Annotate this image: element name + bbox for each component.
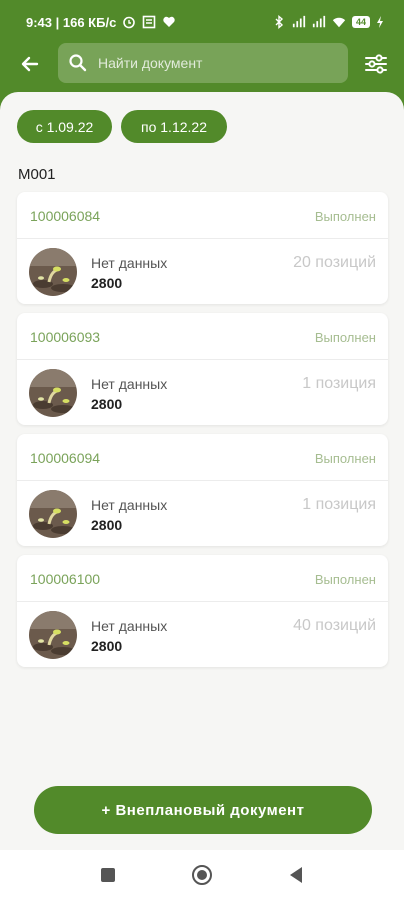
document-description: Нет данных [91,618,168,634]
square-icon [101,868,115,882]
back-button[interactable] [16,50,44,78]
system-back-button[interactable] [284,863,308,887]
document-value: 2800 [91,396,123,412]
document-positions: 1 позиция [302,375,376,392]
document-status: Выполнен [314,572,376,587]
triangle-back-icon [290,867,302,883]
add-unplanned-document-button[interactable]: + Внеплановый документ [34,786,372,834]
arrow-left-icon [21,56,39,72]
divider [17,480,388,481]
date-from-chip[interactable]: с 1.09.22 [17,110,112,143]
recent-apps-button[interactable] [96,863,120,887]
divider [17,238,388,239]
document-status: Выполнен [314,209,376,224]
status-time-info: 9:43 | 166 КБ/с [26,14,117,30]
document-positions: 40 позиций [293,617,376,634]
bluetooth-icon [272,15,286,29]
document-number: 100006094 [30,450,101,466]
document-list-panel: с 1.09.22 по 1.12.22 М001 100006084 Выпо… [0,92,404,850]
search-icon [69,54,87,72]
sprout-photo [29,369,77,417]
search-placeholder: Найти документ [98,55,203,71]
battery-indicator: 44 [351,16,370,28]
circle-icon [192,865,212,885]
document-card[interactable]: 100006094 Выполнен Нет данных 2800 1 поз… [17,434,388,546]
group-title: М001 [18,166,56,183]
wifi-icon [332,15,346,29]
divider [17,601,388,602]
document-description: Нет данных [91,497,168,513]
document-number: 100006100 [30,571,101,587]
charging-icon [376,15,390,29]
filter-button[interactable] [362,50,390,78]
document-positions: 1 позиция [302,496,376,513]
status-bar: 9:43 | 166 КБ/с 44 [0,0,404,44]
document-value: 2800 [91,517,123,533]
search-input[interactable]: Найти документ [58,43,348,83]
app-notification-icon [142,15,156,29]
divider [17,359,388,360]
sliders-icon [365,54,387,74]
document-positions: 20 позиций [293,254,376,271]
alarm-icon [122,15,136,29]
document-value: 2800 [91,638,123,654]
document-value: 2800 [91,275,123,291]
document-description: Нет данных [91,376,168,392]
system-nav-bar [0,850,404,900]
sprout-photo [29,611,77,659]
document-description: Нет данных [91,255,168,271]
document-card[interactable]: 100006084 Выполнен Нет данных 2800 20 по… [17,192,388,304]
signal-2-icon [312,15,326,29]
signal-icon [292,15,306,29]
document-card[interactable]: 100006100 Выполнен Нет данных 2800 40 по… [17,555,388,667]
heart-icon [162,15,176,29]
document-status: Выполнен [314,330,376,345]
document-number: 100006093 [30,329,101,345]
document-card[interactable]: 100006093 Выполнен Нет данных 2800 1 поз… [17,313,388,425]
home-button[interactable] [190,863,214,887]
document-number: 100006084 [30,208,101,224]
sprout-photo [29,248,77,296]
document-status: Выполнен [314,451,376,466]
date-to-chip[interactable]: по 1.12.22 [121,110,227,143]
sprout-photo [29,490,77,538]
